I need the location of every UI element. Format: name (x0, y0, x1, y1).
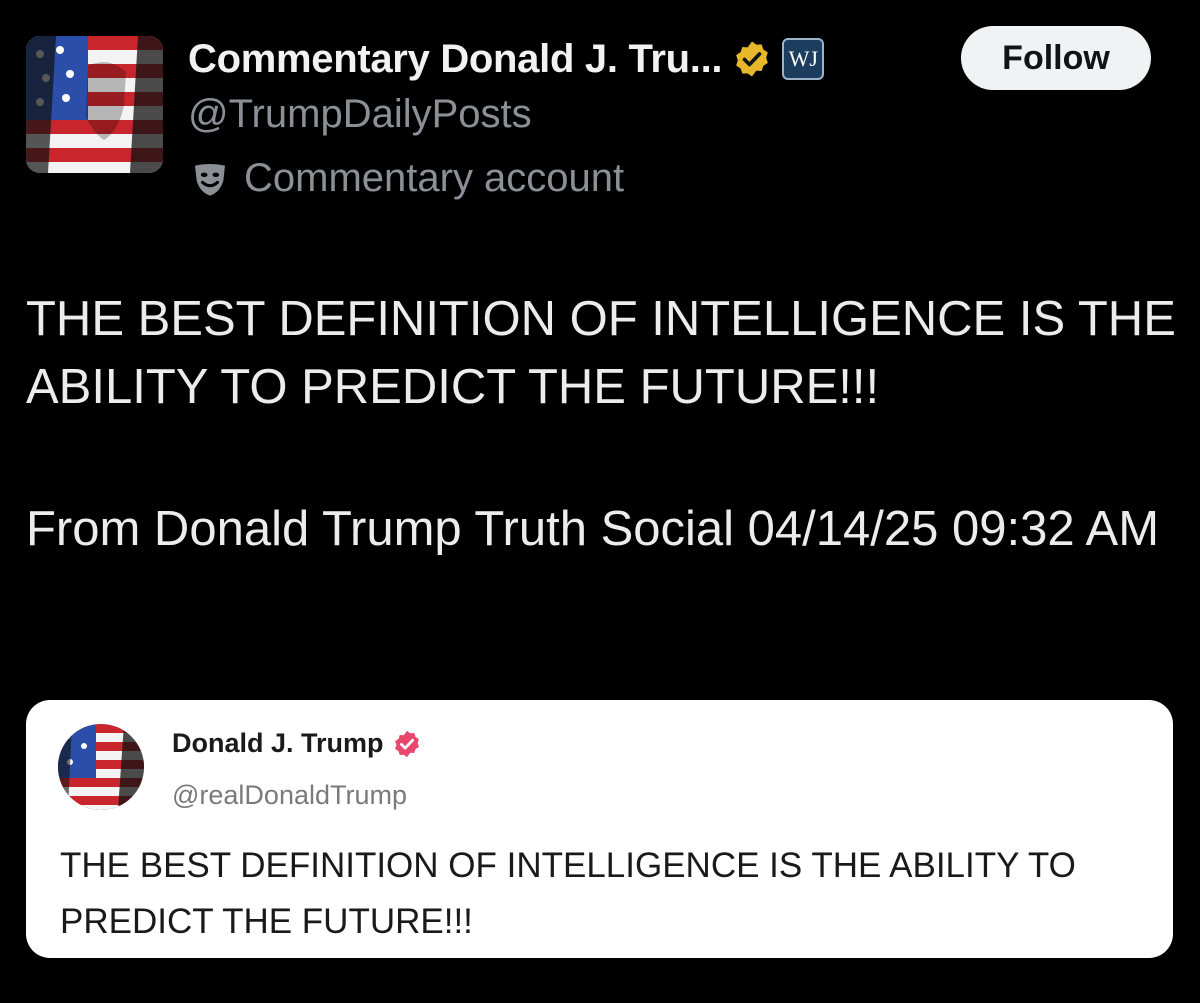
author-avatar[interactable] (26, 36, 163, 173)
quoted-post-card[interactable]: Donald J. Trump @realDonaldTrump THE BES… (26, 700, 1173, 958)
quoted-post-text: THE BEST DEFINITION OF INTELLIGENCE IS T… (60, 846, 1076, 941)
affiliate-badge[interactable]: WJ (782, 38, 825, 80)
quoted-author-avatar[interactable] (58, 724, 144, 810)
account-label: Commentary account (190, 156, 624, 201)
account-label-text: Commentary account (244, 156, 625, 200)
post-text: THE BEST DEFINITION OF INTELLIGENCE IS T… (26, 292, 1176, 414)
author-display-name[interactable]: Commentary Donald J. Tru... (188, 37, 723, 82)
verified-badge-icon[interactable] (732, 39, 772, 79)
post-source-text: From Donald Trump Truth Social 04/14/25 … (26, 502, 1160, 556)
follow-button[interactable]: Follow (961, 26, 1151, 90)
verified-badge-icon (394, 730, 419, 757)
flag-portrait-avatar (58, 724, 144, 810)
theater-mask-icon (195, 163, 225, 196)
quoted-author-display-name[interactable]: Donald J. Trump (172, 728, 384, 759)
quoted-author-name-row: Donald J. Trump (172, 728, 422, 759)
quoted-author-handle[interactable]: @realDonaldTrump (172, 780, 407, 811)
author-name-row: Commentary Donald J. Tru... WJ (188, 34, 825, 84)
author-handle[interactable]: @TrumpDailyPosts (188, 92, 532, 137)
flag-portrait-avatar (26, 36, 163, 173)
